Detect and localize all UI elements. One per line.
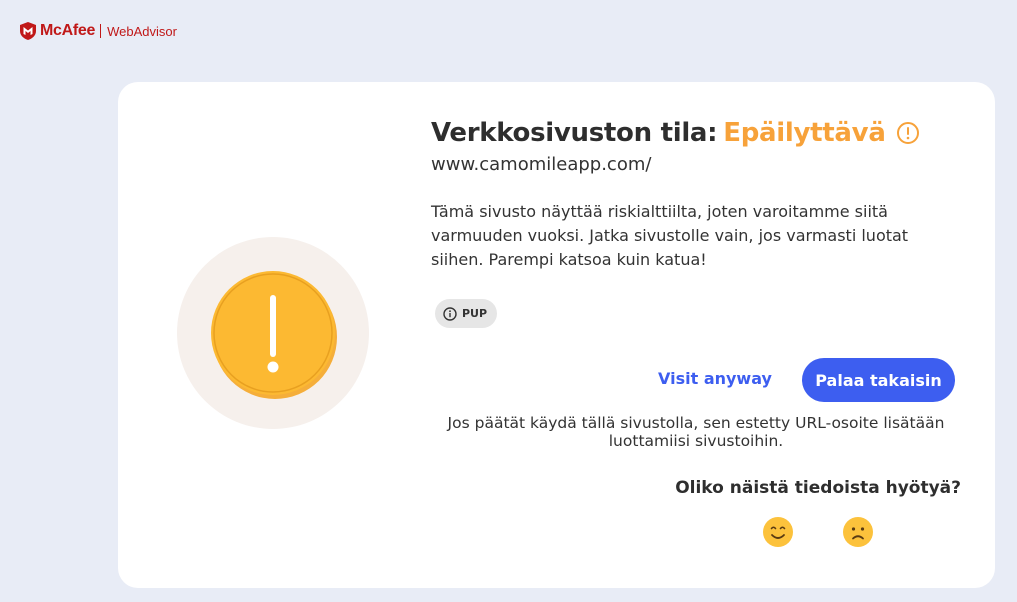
feedback-question: Oliko näistä tiedoista hyötyä? bbox=[675, 478, 961, 498]
mcafee-shield-icon bbox=[20, 22, 36, 40]
product-name: WebAdvisor bbox=[107, 23, 177, 39]
visit-anyway-link[interactable]: Visit anyway bbox=[658, 369, 772, 388]
threat-tag-label: PUP bbox=[462, 307, 488, 320]
brand-name: McAfee bbox=[40, 22, 96, 39]
brand-separator bbox=[100, 24, 102, 38]
brand-logo: McAfee WebAdvisor bbox=[20, 20, 177, 42]
site-url: www.camomileapp.com/ bbox=[431, 154, 652, 175]
smiling-face-icon[interactable] bbox=[762, 516, 794, 548]
status-label: Epäilyttävä bbox=[723, 118, 886, 148]
page-title: Verkkosivuston tila: Epäilyttävä bbox=[431, 118, 920, 148]
warning-card: Verkkosivuston tila: Epäilyttävä www.cam… bbox=[118, 82, 995, 588]
risk-description: Tämä sivusto näyttää riskialttiilta, jot… bbox=[431, 202, 909, 269]
threat-tag: PUP bbox=[435, 299, 498, 328]
sad-face-icon[interactable] bbox=[842, 516, 874, 548]
trusted-sites-note: Jos päätät käydä tällä sivustolla, sen e… bbox=[447, 414, 945, 450]
title-prefix: Verkkosivuston tila: bbox=[431, 118, 718, 148]
warning-illustration-icon bbox=[177, 237, 369, 429]
info-icon bbox=[443, 306, 457, 321]
exclamation-circle-icon bbox=[896, 122, 919, 144]
go-back-button[interactable]: Palaa takaisin bbox=[802, 358, 955, 402]
